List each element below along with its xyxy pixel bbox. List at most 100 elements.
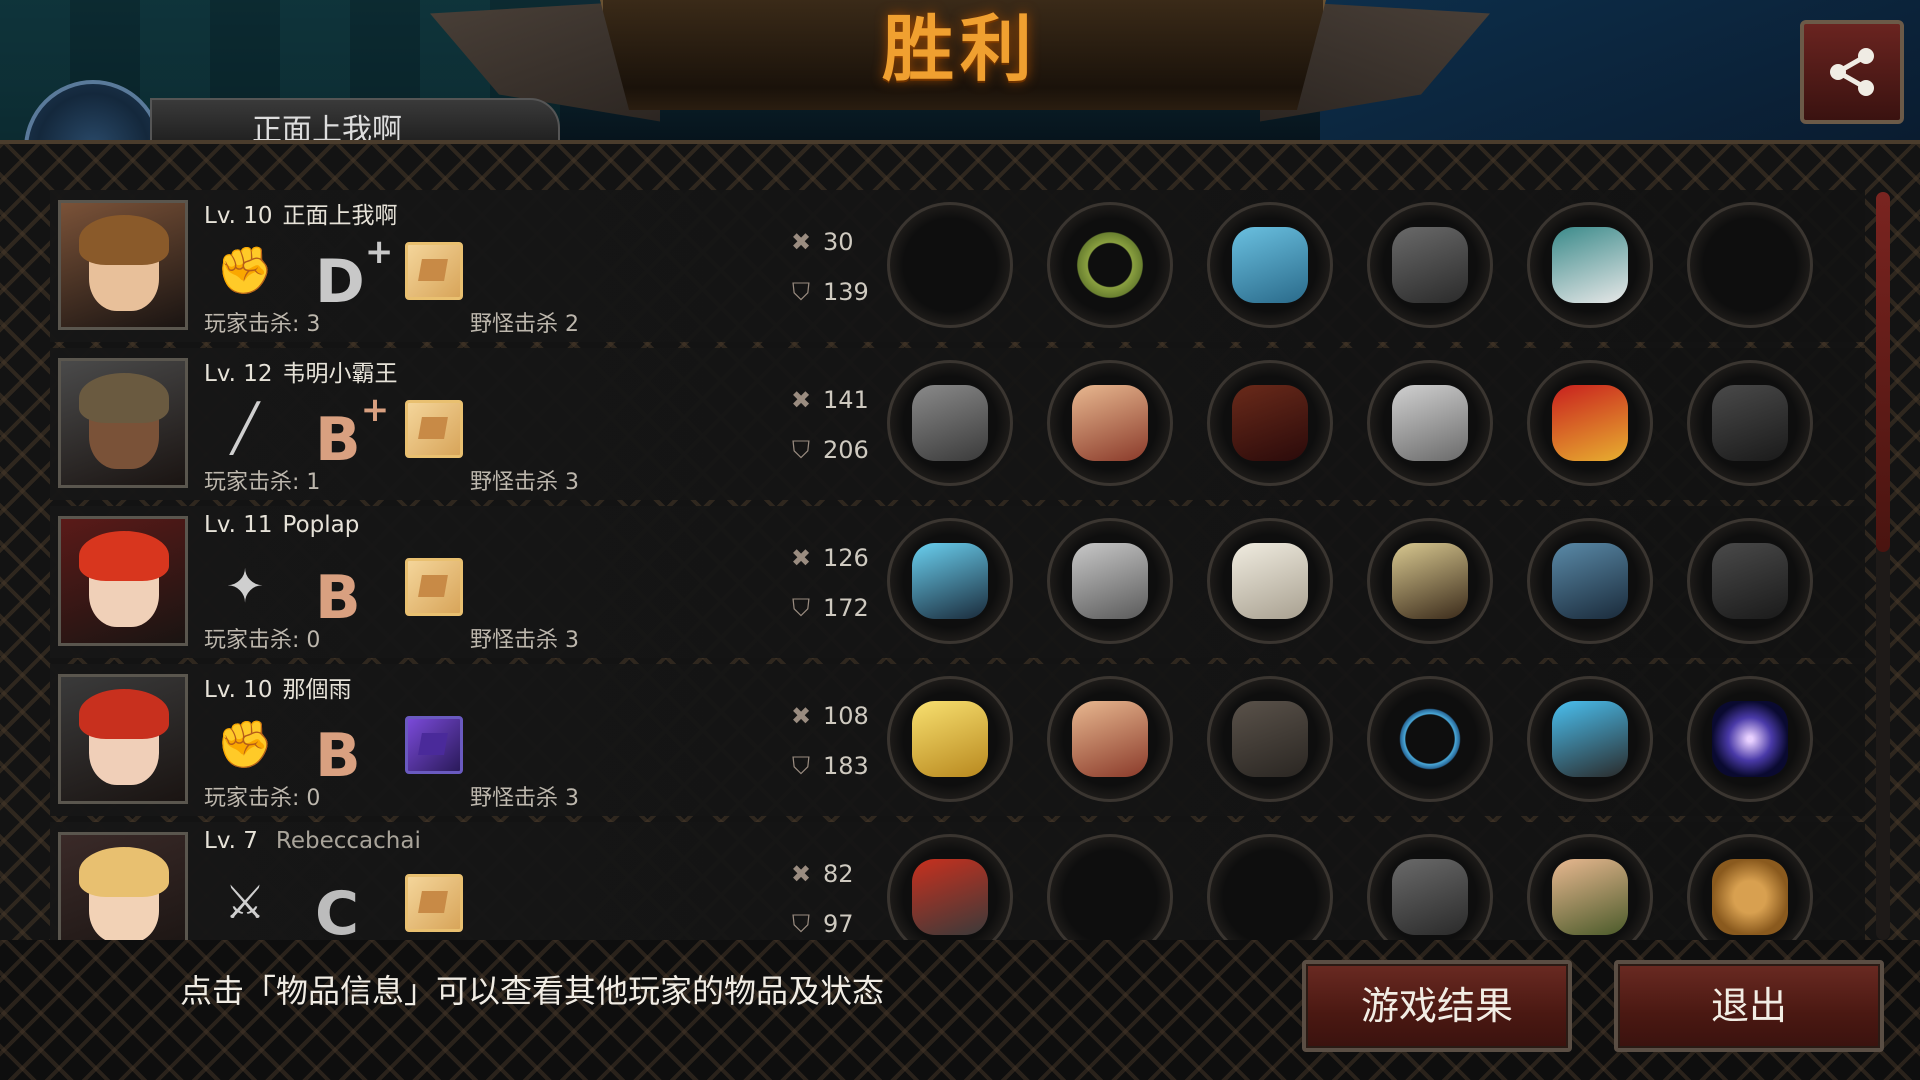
red-heels-icon (1552, 385, 1628, 461)
item-slot[interactable] (1367, 518, 1493, 644)
monster-kills: 野怪击杀 2 (470, 312, 579, 337)
item-slot[interactable] (1367, 676, 1493, 802)
defense-stat: ⛉ 139 (785, 278, 869, 306)
item-slot[interactable] (1367, 834, 1493, 940)
grade-letter: B (315, 721, 361, 791)
dark-jacket-icon (1232, 701, 1308, 777)
item-slot[interactable] (1047, 360, 1173, 486)
player-row[interactable]: Lv. 7 Rebeccachai ⚔ C ✖ 82 ⛉ 97 (50, 822, 1865, 940)
attack-stat: ✖ 82 (785, 860, 854, 888)
player-level: Lv. 10 (204, 203, 273, 229)
player-portrait[interactable] (58, 516, 188, 646)
item-slot[interactable] (1527, 202, 1653, 328)
player-title: Lv. 11 Poplap (204, 512, 359, 538)
player-row[interactable]: Lv. 11 Poplap ✦ B 玩家击杀: 0 野怪击杀 3 ✖ 126 ⛉ 17… (50, 506, 1865, 658)
item-slot[interactable] (1047, 676, 1173, 802)
grade-letter: B (315, 563, 361, 633)
grade-plus: + (360, 390, 390, 430)
player-kills: 玩家击杀: 0 (204, 786, 321, 811)
item-slot[interactable] (1367, 202, 1493, 328)
item-slot[interactable] (1047, 202, 1173, 328)
portrait-hair (79, 847, 169, 897)
attack-value: 82 (823, 860, 854, 888)
portrait-hair (79, 689, 169, 739)
item-slot[interactable] (1207, 518, 1333, 644)
attack-value: 108 (823, 702, 869, 730)
portrait-hair (79, 531, 169, 581)
shield-stat-icon: ⛉ (792, 278, 810, 306)
player-kills: 玩家击杀: 1 (204, 470, 321, 495)
steel-boots-icon (1552, 543, 1628, 619)
item-slot[interactable] (1687, 360, 1813, 486)
player-portrait[interactable] (58, 358, 188, 488)
swords-icon: ✖ (790, 228, 812, 256)
attack-value: 30 (823, 228, 854, 256)
halberd-icon (912, 859, 988, 935)
item-slot[interactable] (1687, 202, 1813, 328)
item-slot[interactable] (1207, 834, 1333, 940)
item-slot[interactable] (1367, 360, 1493, 486)
player-title: Lv. 10 那個雨 (204, 670, 352, 704)
player-grade: C (315, 862, 359, 940)
exit-button[interactable]: 退出 (1614, 960, 1884, 1052)
item-slot[interactable] (887, 360, 1013, 486)
defense-value: 139 (823, 278, 869, 306)
attack-value: 141 (823, 386, 869, 414)
player-row[interactable]: Lv. 10 正面上我啊 ✊ D+ 玩家击杀: 3 野怪击杀 2 ✖ 30 ⛉ 139 (50, 190, 1865, 342)
supply-box-icon[interactable] (405, 874, 463, 932)
item-slot[interactable] (887, 518, 1013, 644)
blue-armor-icon (1232, 227, 1308, 303)
kettlebell-icon (1712, 859, 1788, 935)
item-slot[interactable] (887, 202, 1013, 328)
scrollbar[interactable] (1876, 192, 1890, 940)
shield-stat-icon: ⛉ (792, 436, 810, 464)
grade-plus: + (364, 232, 394, 272)
share-button[interactable] (1800, 20, 1904, 124)
purple-box-icon[interactable] (405, 716, 463, 774)
binoculars-icon (1712, 385, 1788, 461)
item-slot[interactable] (1687, 834, 1813, 940)
attack-value: 126 (823, 544, 869, 572)
item-slot[interactable] (1527, 834, 1653, 940)
defense-stat: ⛉ 183 (785, 752, 869, 780)
item-slot[interactable] (1207, 676, 1333, 802)
player-portrait[interactable] (58, 832, 188, 940)
player-portrait[interactable] (58, 674, 188, 804)
item-slot[interactable] (1047, 518, 1173, 644)
galaxy-icon (1712, 701, 1788, 777)
item-slot[interactable] (1687, 518, 1813, 644)
scroll-thumb[interactable] (1876, 192, 1890, 552)
swords-icon: ✖ (790, 386, 812, 414)
player-list[interactable]: Lv. 10 正面上我啊 ✊ D+ 玩家击杀: 3 野怪击杀 2 ✖ 30 ⛉ 139… (50, 190, 1865, 940)
player-row[interactable]: Lv. 10 那個雨 ✊ B 玩家击杀: 0 野怪击杀 3 ✖ 108 ⛉ 183 (50, 664, 1865, 816)
winged-tiara-icon (1072, 385, 1148, 461)
supply-box-icon[interactable] (405, 558, 463, 616)
monster-kills: 野怪击杀 3 (470, 786, 579, 811)
player-row[interactable]: Lv. 12 韦明小霸王 ╱ B+ 玩家击杀: 1 野怪击杀 3 ✖ 141 ⛉ 20… (50, 348, 1865, 500)
item-slot[interactable] (1207, 202, 1333, 328)
item-slot[interactable] (1047, 834, 1173, 940)
supply-box-icon[interactable] (405, 242, 463, 300)
supply-box-icon[interactable] (405, 400, 463, 458)
item-slot[interactable] (1527, 676, 1653, 802)
player-level: Lv. 11 (204, 512, 273, 538)
game-result-button[interactable]: 游戏结果 (1302, 960, 1572, 1052)
item-slot[interactable] (1687, 676, 1813, 802)
player-grade: B (315, 704, 361, 796)
shuriken-icon: ✦ (225, 559, 265, 613)
defense-stat: ⛉ 172 (785, 594, 869, 622)
player-name: 那個雨 (282, 677, 352, 703)
item-slot[interactable] (1527, 518, 1653, 644)
item-slot[interactable] (887, 834, 1013, 940)
shield-icon (1392, 227, 1468, 303)
player-grade: B+ (315, 388, 389, 480)
item-slot[interactable] (1207, 360, 1333, 486)
attack-stat: ✖ 108 (785, 702, 869, 730)
player-name: 正面上我啊 (282, 203, 398, 229)
grade-letter: C (315, 879, 360, 940)
item-slot[interactable] (887, 676, 1013, 802)
share-icon (1830, 48, 1874, 96)
player-portrait[interactable] (58, 200, 188, 330)
wristwatch-icon (1392, 543, 1468, 619)
item-slot[interactable] (1527, 360, 1653, 486)
